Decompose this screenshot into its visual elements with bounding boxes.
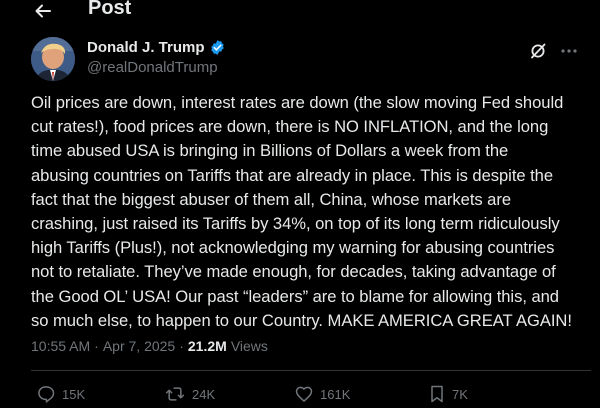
action-bar: 15K 24K 161K 7K	[0, 384, 600, 408]
repost-icon	[165, 387, 185, 401]
avatar-image	[31, 37, 75, 81]
back-arrow-icon	[35, 4, 51, 18]
grok-icon	[531, 43, 546, 59]
like-count: 161K	[320, 386, 351, 402]
more-options-button[interactable]	[556, 41, 582, 61]
meta-separator: ·	[94, 338, 99, 354]
post-time[interactable]: 10:55 AM	[31, 338, 90, 354]
avatar[interactable]	[31, 37, 75, 81]
bookmark-button[interactable]: 7K	[428, 384, 468, 404]
page-title: Post	[88, 0, 132, 19]
reply-icon	[38, 386, 55, 403]
bookmark-count: 7K	[452, 386, 468, 402]
meta-separator: ·	[179, 338, 184, 354]
display-name[interactable]: Donald J. Trump	[87, 39, 205, 56]
author-handle[interactable]: @realDonaldTrump	[87, 59, 218, 76]
heart-icon	[295, 386, 313, 402]
repost-count: 24K	[192, 386, 216, 402]
author-name-row[interactable]: Donald J. Trump	[87, 39, 226, 56]
top-bar: Post	[0, 0, 600, 26]
reply-button[interactable]: 15K	[36, 384, 85, 404]
more-icon	[561, 49, 577, 53]
views-label: Views	[230, 338, 268, 354]
reply-count: 15K	[62, 386, 86, 402]
post-date[interactable]: Apr 7, 2025	[103, 338, 175, 354]
back-button[interactable]	[30, 0, 56, 24]
bookmark-icon	[431, 385, 443, 403]
verified-badge-icon	[210, 40, 224, 55]
post-text: Oil prices are down, interest rates are …	[31, 93, 572, 330]
like-button[interactable]: 161K	[294, 384, 350, 404]
post-metadata: 10:55 AM · Apr 7, 2025 · 21.2M Views	[31, 338, 268, 354]
grok-button[interactable]	[528, 41, 548, 61]
repost-button[interactable]: 24K	[164, 384, 215, 404]
divider	[31, 370, 591, 371]
views-count: 21.2M	[187, 338, 227, 354]
